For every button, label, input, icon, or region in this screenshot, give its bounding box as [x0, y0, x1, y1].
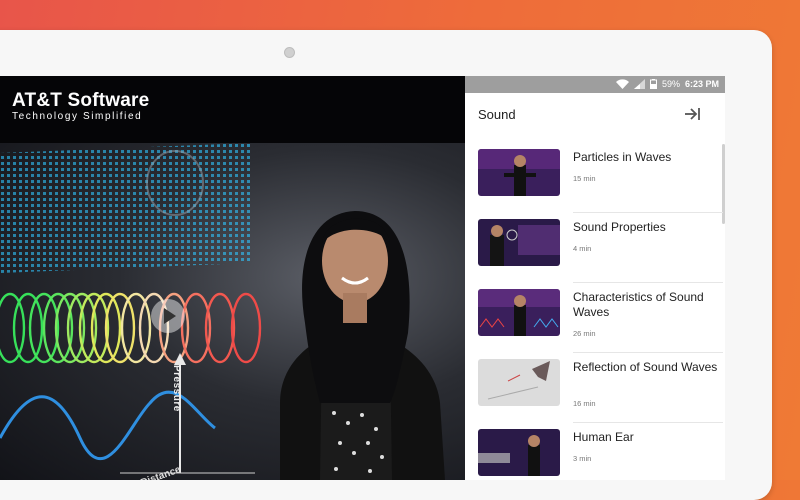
panel-header: Sound [465, 93, 725, 137]
video-header: AT&T Software Technology Simplified [0, 76, 465, 143]
brand-tagline: Technology Simplified [12, 111, 143, 122]
list-item[interactable]: Particles in Waves 15 min [465, 143, 723, 213]
panel-title: Sound [478, 107, 516, 122]
lesson-list: Particles in Waves 15 min Sound Properti… [465, 143, 723, 480]
status-bar: 59% 6:23 PM [465, 76, 725, 93]
lesson-title: Reflection of Sound Waves [573, 360, 718, 374]
video-frame: Pressure Distance [0, 143, 465, 480]
lesson-title: Human Ear [573, 430, 634, 444]
lesson-title: Sound Properties [573, 220, 666, 234]
battery-icon [649, 79, 657, 89]
list-item[interactable]: Human Ear 3 min [465, 423, 723, 480]
exit-icon[interactable] [683, 105, 701, 123]
video-thumbnail [478, 219, 560, 266]
lesson-duration: 26 min [573, 329, 596, 338]
video-thumbnail [478, 149, 560, 196]
signal-icon [633, 79, 645, 89]
brand-name: AT&T Software [12, 90, 150, 111]
lesson-title: Particles in Waves [573, 150, 672, 164]
dot-grid-graphic [0, 143, 250, 273]
lesson-title: Characteristics of Sound Waves [573, 290, 704, 319]
lesson-duration: 16 min [573, 399, 596, 408]
video-player[interactable]: AT&T Software Technology Simplified Pres… [0, 76, 465, 480]
pressure-axis-label: Pressure [171, 365, 182, 412]
wave-plot-graphic [0, 353, 255, 474]
front-camera [284, 47, 295, 58]
lesson-duration: 15 min [573, 174, 596, 183]
list-item[interactable]: Sound Properties 4 min [465, 213, 723, 283]
lesson-duration: 3 min [573, 454, 592, 463]
lesson-duration: 4 min [573, 244, 592, 253]
presenter-figure [280, 211, 445, 480]
video-thumbnail [478, 429, 560, 476]
video-thumbnail [478, 359, 560, 406]
list-item[interactable]: Characteristics of Sound Waves 26 min [465, 283, 723, 353]
video-thumbnail [478, 289, 560, 336]
play-icon[interactable] [150, 298, 186, 334]
app-screen: AT&T Software Technology Simplified Pres… [0, 76, 725, 480]
lesson-panel: 59% 6:23 PM Sound Particles in Waves 15 … [465, 76, 725, 480]
status-time: 6:23 PM [684, 79, 719, 89]
list-item[interactable]: Reflection of Sound Waves 16 min [465, 353, 723, 423]
wifi-icon [615, 79, 629, 89]
battery-percent: 59% [661, 79, 680, 89]
